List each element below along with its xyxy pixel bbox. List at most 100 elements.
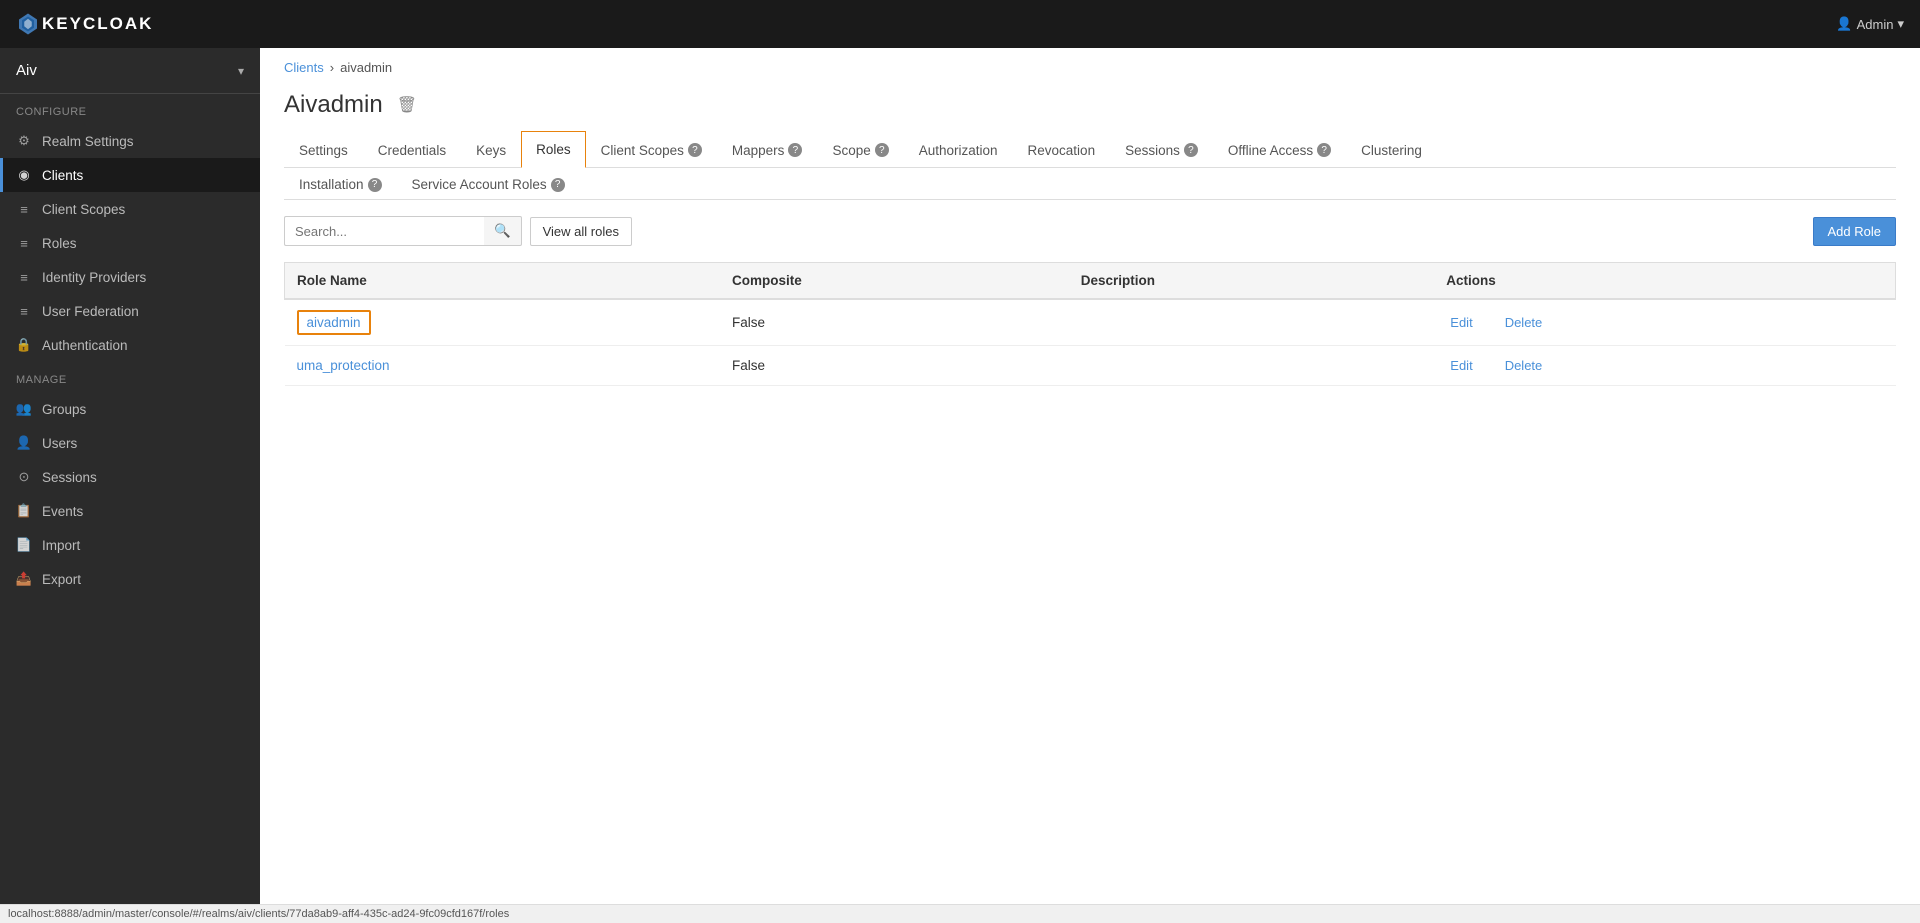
table-row: aivadmin False Edit Delete (285, 299, 1896, 346)
role-uma-protection-link[interactable]: uma_protection (297, 358, 390, 373)
sidebar-item-clients[interactable]: ◉ Clients (0, 158, 260, 192)
edit-aivadmin-button[interactable]: Edit (1446, 313, 1476, 332)
col-header-role-name: Role Name (285, 263, 720, 300)
sidebar-item-label: Import (42, 538, 80, 553)
breadcrumb-current: aivadmin (340, 60, 392, 75)
identity-providers-icon: ≡ (16, 269, 32, 285)
role-actions-cell: Edit Delete (1434, 299, 1895, 346)
role-description-cell (1069, 346, 1435, 386)
configure-section-label: Configure (0, 94, 260, 124)
sidebar-item-events[interactable]: 📋 Events (0, 494, 260, 528)
search-wrapper: 🔍 (284, 216, 522, 246)
tab-roles[interactable]: Roles (521, 131, 586, 168)
sidebar-item-label: Realm Settings (42, 134, 134, 149)
sessions-help-icon[interactable]: ? (1184, 143, 1198, 157)
status-url: localhost:8888/admin/master/console/#/re… (8, 908, 509, 920)
sidebar-item-client-scopes[interactable]: ≡ Client Scopes (0, 192, 260, 226)
installation-help-icon[interactable]: ? (368, 178, 382, 192)
sidebar-item-label: Users (42, 436, 77, 451)
sidebar-item-sessions[interactable]: ⊙ Sessions (0, 460, 260, 494)
tab-revocation[interactable]: Revocation (1013, 131, 1111, 168)
import-icon: 📄 (16, 537, 32, 553)
tab-authorization[interactable]: Authorization (904, 131, 1013, 168)
tab-mappers[interactable]: Mappers ? (717, 131, 818, 168)
tabs-row2: Installation ? Service Account Roles ? (284, 168, 1896, 200)
sidebar-item-user-federation[interactable]: ≡ User Federation (0, 294, 260, 328)
tab-clustering[interactable]: Clustering (1346, 131, 1437, 168)
sidebar-item-label: Roles (42, 236, 77, 251)
sidebar-item-label: Client Scopes (42, 202, 125, 217)
sidebar-item-identity-providers[interactable]: ≡ Identity Providers (0, 260, 260, 294)
sidebar-item-label: User Federation (42, 304, 139, 319)
sessions-icon: ⊙ (16, 469, 32, 485)
tab-installation[interactable]: Installation ? (284, 168, 397, 200)
client-scopes-icon: ≡ (16, 201, 32, 217)
view-all-roles-button[interactable]: View all roles (530, 217, 632, 246)
sidebar-item-label: Groups (42, 402, 86, 417)
client-scopes-help-icon[interactable]: ? (688, 143, 702, 157)
sidebar: Aiv ▾ Configure ⚙ Realm Settings ◉ Clien… (0, 48, 260, 904)
tab-service-account-roles[interactable]: Service Account Roles ? (397, 168, 580, 200)
scope-help-icon[interactable]: ? (875, 143, 889, 157)
sidebar-item-realm-settings[interactable]: ⚙ Realm Settings (0, 124, 260, 158)
sidebar-item-label: Clients (42, 168, 83, 183)
realm-chevron-icon: ▾ (238, 64, 244, 78)
offline-access-help-icon[interactable]: ? (1317, 143, 1331, 157)
add-role-button[interactable]: Add Role (1813, 217, 1896, 246)
sidebar-item-label: Identity Providers (42, 270, 146, 285)
tab-offline-access[interactable]: Offline Access ? (1213, 131, 1346, 168)
export-icon: 📤 (16, 571, 32, 587)
page-title: Aivadmin (284, 91, 383, 119)
tabs-row1: Settings Credentials Keys Roles Client S… (284, 131, 1896, 168)
top-navigation: KEYCLOAK 👤 Admin ▾ (0, 0, 1920, 48)
edit-uma-button[interactable]: Edit (1446, 356, 1476, 375)
role-name-cell: uma_protection (285, 346, 720, 386)
keycloak-logo-icon (16, 12, 40, 36)
role-description-cell (1069, 299, 1435, 346)
tab-client-scopes[interactable]: Client Scopes ? (586, 131, 717, 168)
realm-selector[interactable]: Aiv ▾ (0, 48, 260, 94)
tab-settings[interactable]: Settings (284, 131, 363, 168)
search-input[interactable] (284, 216, 484, 246)
delete-client-button[interactable]: 🗑 (393, 91, 421, 119)
breadcrumb-clients-link[interactable]: Clients (284, 60, 324, 75)
user-chevron-icon: ▾ (1897, 16, 1904, 32)
user-federation-icon: ≡ (16, 303, 32, 319)
events-icon: 📋 (16, 503, 32, 519)
delete-aivadmin-button[interactable]: Delete (1501, 313, 1547, 332)
sidebar-item-users[interactable]: 👤 Users (0, 426, 260, 460)
role-aivadmin-link[interactable]: aivadmin (307, 315, 361, 330)
service-account-help-icon[interactable]: ? (551, 178, 565, 192)
mappers-help-icon[interactable]: ? (788, 143, 802, 157)
page-header: Aivadmin 🗑 (260, 75, 1920, 119)
search-button[interactable]: 🔍 (484, 216, 522, 246)
role-actions-cell: Edit Delete (1434, 346, 1895, 386)
table-row: uma_protection False Edit Delete (285, 346, 1896, 386)
main-content: Clients › aivadmin Aivadmin 🗑 Settings C… (260, 48, 1920, 904)
sidebar-item-groups[interactable]: 👥 Groups (0, 392, 260, 426)
sidebar-item-label: Export (42, 572, 81, 587)
roles-table-wrapper: Role Name Composite Description Actions … (260, 262, 1920, 386)
sidebar-item-label: Sessions (42, 470, 97, 485)
clients-icon: ◉ (16, 167, 32, 183)
sidebar-item-authentication[interactable]: 🔒 Authentication (0, 328, 260, 362)
logo: KEYCLOAK (16, 12, 153, 36)
col-header-actions: Actions (1434, 263, 1895, 300)
sidebar-item-label: Authentication (42, 338, 128, 353)
tab-sessions[interactable]: Sessions ? (1110, 131, 1213, 168)
delete-uma-button[interactable]: Delete (1501, 356, 1547, 375)
tab-credentials[interactable]: Credentials (363, 131, 461, 168)
roles-table: Role Name Composite Description Actions … (284, 262, 1896, 386)
user-menu[interactable]: 👤 Admin ▾ (1836, 16, 1904, 32)
status-bar: localhost:8888/admin/master/console/#/re… (0, 904, 1920, 923)
roles-icon: ≡ (16, 235, 32, 251)
tab-keys[interactable]: Keys (461, 131, 521, 168)
user-label: Admin (1857, 17, 1894, 32)
breadcrumb-separator: › (330, 60, 334, 75)
realm-name: Aiv (16, 62, 37, 79)
sidebar-item-roles[interactable]: ≡ Roles (0, 226, 260, 260)
sidebar-item-export[interactable]: 📤 Export (0, 562, 260, 596)
sidebar-item-import[interactable]: 📄 Import (0, 528, 260, 562)
realm-settings-icon: ⚙ (16, 133, 32, 149)
tab-scope[interactable]: Scope ? (817, 131, 903, 168)
